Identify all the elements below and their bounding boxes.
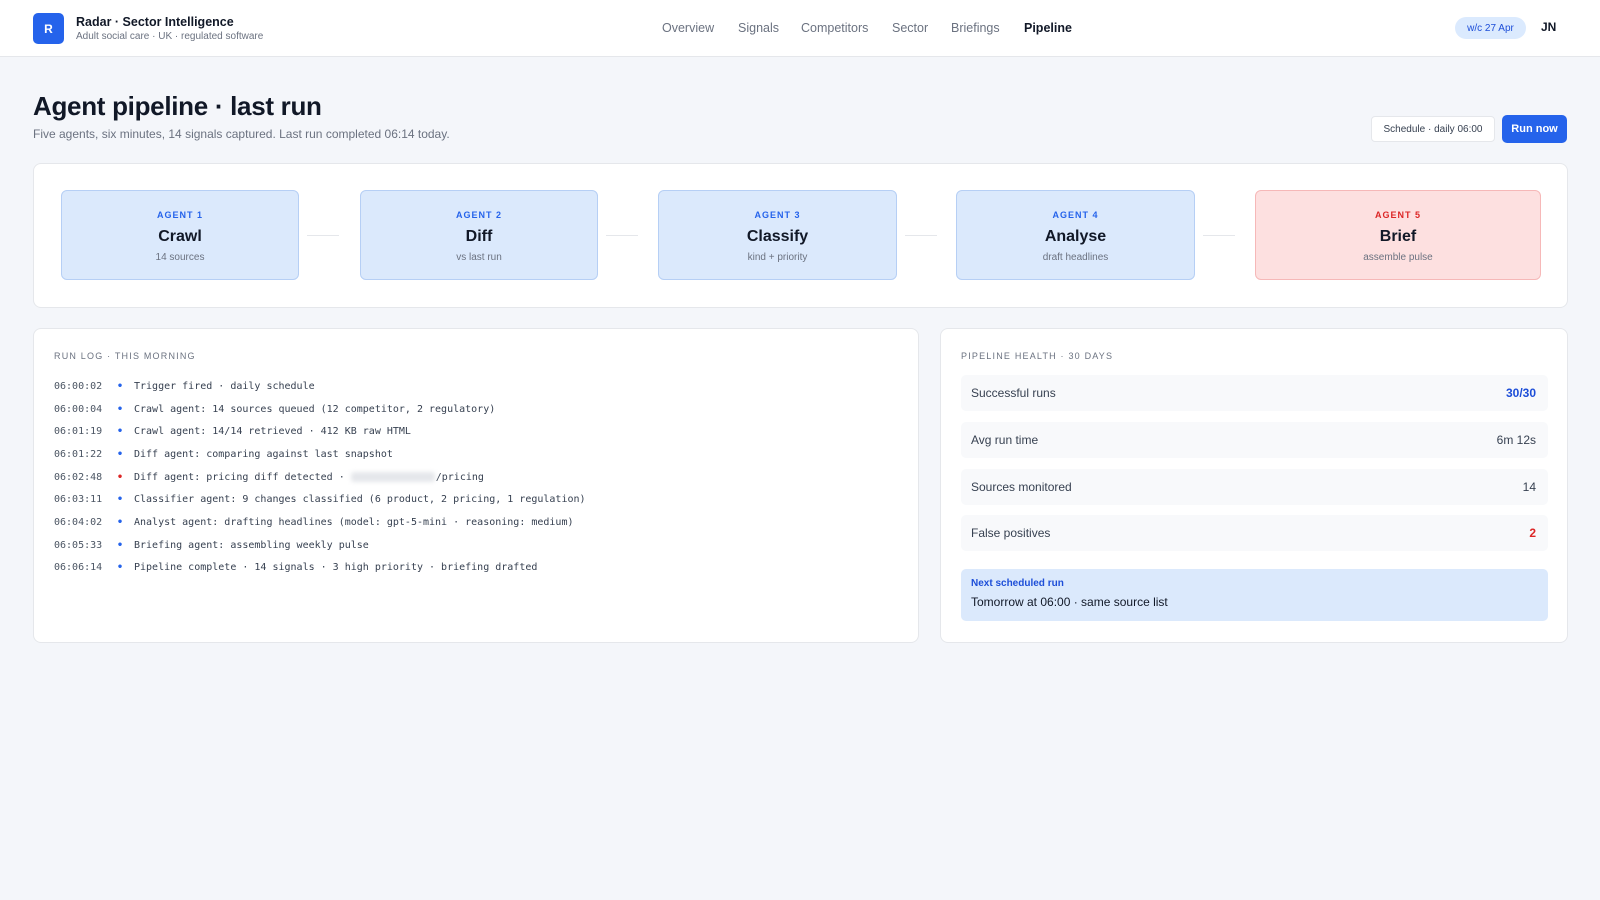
agent-name: Analyse <box>1044 228 1107 245</box>
log-text: Classifier agent: 9 changes classified (… <box>134 494 586 506</box>
health-row-value: 6m 12s <box>1496 433 1536 447</box>
health-row-label: Sources monitored <box>971 480 1072 494</box>
agent-detail: kind + priority <box>747 252 808 263</box>
health-row-label: Successful runs <box>971 386 1056 400</box>
agent-card-classify[interactable]: AGENT 3 Classify kind + priority <box>658 190 897 280</box>
run-now-button[interactable]: Run now <box>1502 115 1567 143</box>
pipeline-connector <box>1203 235 1235 236</box>
agent-card-brief[interactable]: AGENT 5 Brief assemble pulse <box>1255 190 1541 280</box>
health-row-value: 30/30 <box>1505 386 1536 400</box>
agent-detail: vs last run <box>456 252 502 263</box>
page-subtitle: Five agents, six minutes, 14 signals cap… <box>33 127 450 141</box>
pipeline-connector <box>905 235 937 236</box>
log-text: Trigger fired · daily schedule <box>134 380 315 392</box>
agent-card-diff[interactable]: AGENT 2 Diff vs last run <box>360 190 598 280</box>
log-time: 06:04:02 <box>54 516 103 528</box>
nav-item-competitors[interactable]: Competitors <box>801 21 868 35</box>
log-dot: • <box>117 426 124 438</box>
nav-item-briefings[interactable]: Briefings <box>951 21 1000 35</box>
health-row-value: 2 <box>1529 526 1536 540</box>
agent-number: AGENT 1 <box>156 210 203 220</box>
next-scheduled-run: Next scheduled run Tomorrow at 06:00 · s… <box>961 569 1548 621</box>
log-dot: • <box>117 516 124 528</box>
agent-number: AGENT 4 <box>1052 210 1099 220</box>
agent-detail: draft headlines <box>1042 252 1109 263</box>
log-dot: • <box>117 380 124 392</box>
top-bar: R Radar · Sector Intelligence Adult soci… <box>0 0 1600 57</box>
health-row-sources-monitored: Sources monitored 14 <box>961 469 1548 505</box>
agent-name: Crawl <box>158 228 202 245</box>
log-entry: 06:06:14 • Pipeline complete · 14 signal… <box>54 557 894 580</box>
agent-number: AGENT 2 <box>455 210 502 220</box>
page-title: Agent pipeline · last run <box>33 91 322 121</box>
run-log-label: RUN LOG · THIS MORNING <box>54 351 196 361</box>
agent-name: Brief <box>1379 228 1417 245</box>
log-text: Briefing agent: assembling weekly pulse <box>134 539 369 551</box>
log-dot: • <box>117 471 124 483</box>
health-row-false-positives: False positives 2 <box>961 515 1548 551</box>
nav-item-overview[interactable]: Overview <box>662 21 714 35</box>
log-entry: 06:04:02 • Analyst agent: drafting headl… <box>54 511 894 534</box>
health-row-value: 14 <box>1522 480 1536 494</box>
log-text-suffix: /pricing <box>435 471 484 483</box>
agent-number: AGENT 5 <box>1374 210 1421 220</box>
log-entry: 06:05:33 • Briefing agent: assembling we… <box>54 534 894 557</box>
pipeline-connector <box>307 235 339 236</box>
nav-item-pipeline[interactable]: Pipeline <box>1024 21 1072 35</box>
log-entry: 06:01:19 • Crawl agent: 14/14 retrieved … <box>54 420 894 443</box>
nav-item-sector[interactable]: Sector <box>892 21 928 35</box>
log-text: Pipeline complete · 14 signals · 3 high … <box>134 562 538 574</box>
log-dot: • <box>117 448 124 460</box>
log-time: 06:01:22 <box>54 448 103 460</box>
health-row-successful-runs: Successful runs 30/30 <box>961 375 1548 411</box>
log-dot: • <box>117 403 124 415</box>
log-entry: 06:01:22 • Diff agent: comparing against… <box>54 443 894 466</box>
user-avatar[interactable]: JN <box>1541 20 1556 34</box>
log-time: 06:05:33 <box>54 539 103 551</box>
health-row-label: False positives <box>971 526 1051 540</box>
log-time: 06:03:11 <box>54 494 103 506</box>
agent-name: Diff <box>465 228 493 245</box>
log-entry: 06:02:48 • Diff agent: pricing diff dete… <box>54 466 894 489</box>
main-nav: Overview Signals Competitors Sector Brie… <box>0 21 1600 37</box>
log-text: Diff agent: comparing against last snaps… <box>134 448 393 460</box>
health-row-avg-run-time: Avg run time 6m 12s <box>961 422 1548 458</box>
week-badge[interactable]: w/c 27 Apr <box>1455 17 1526 39</box>
schedule-button[interactable]: Schedule · daily 06:00 <box>1371 116 1495 142</box>
log-dot: • <box>117 494 124 506</box>
health-label: PIPELINE HEALTH · 30 DAYS <box>961 351 1114 361</box>
log-text: Diff agent: pricing diff detected · <box>134 471 351 483</box>
next-run-label: Next scheduled run <box>971 578 1064 589</box>
health-row-label: Avg run time <box>971 433 1039 447</box>
log-time: 06:00:02 <box>54 380 103 392</box>
log-text: Crawl agent: 14/14 retrieved · 412 KB ra… <box>134 426 411 438</box>
next-run-text: Tomorrow at 06:00 · same source list <box>971 595 1168 609</box>
log-time: 06:01:19 <box>54 426 103 438</box>
run-log-card: RUN LOG · THIS MORNING 06:00:02 • Trigge… <box>33 328 919 643</box>
pipeline-connector <box>606 235 638 236</box>
agent-card-analyse[interactable]: AGENT 4 Analyse draft headlines <box>956 190 1195 280</box>
run-log-list: 06:00:02 • Trigger fired · daily schedul… <box>54 375 894 579</box>
pipeline-card: AGENT 1 Crawl 14 sources AGENT 2 Diff vs… <box>33 163 1568 308</box>
log-entry: 06:03:11 • Classifier agent: 9 changes c… <box>54 488 894 511</box>
agent-detail: 14 sources <box>155 252 205 263</box>
redacted-domain <box>350 472 435 483</box>
agent-detail: assemble pulse <box>1363 252 1433 263</box>
agent-number: AGENT 3 <box>754 210 801 220</box>
log-text: Analyst agent: drafting headlines (model… <box>134 516 574 528</box>
log-entry: 06:00:02 • Trigger fired · daily schedul… <box>54 375 894 398</box>
log-time: 06:00:04 <box>54 403 103 415</box>
agent-name: Classify <box>746 228 809 245</box>
log-entry: 06:00:04 • Crawl agent: 14 sources queue… <box>54 398 894 421</box>
log-text: Crawl agent: 14 sources queued (12 compe… <box>134 403 496 415</box>
nav-item-signals[interactable]: Signals <box>738 21 779 35</box>
agent-card-crawl[interactable]: AGENT 1 Crawl 14 sources <box>61 190 299 280</box>
pipeline-health-card: PIPELINE HEALTH · 30 DAYS Successful run… <box>940 328 1568 643</box>
log-dot: • <box>117 562 124 574</box>
log-time: 06:02:48 <box>54 471 103 483</box>
log-time: 06:06:14 <box>54 562 103 574</box>
log-dot: • <box>117 539 124 551</box>
